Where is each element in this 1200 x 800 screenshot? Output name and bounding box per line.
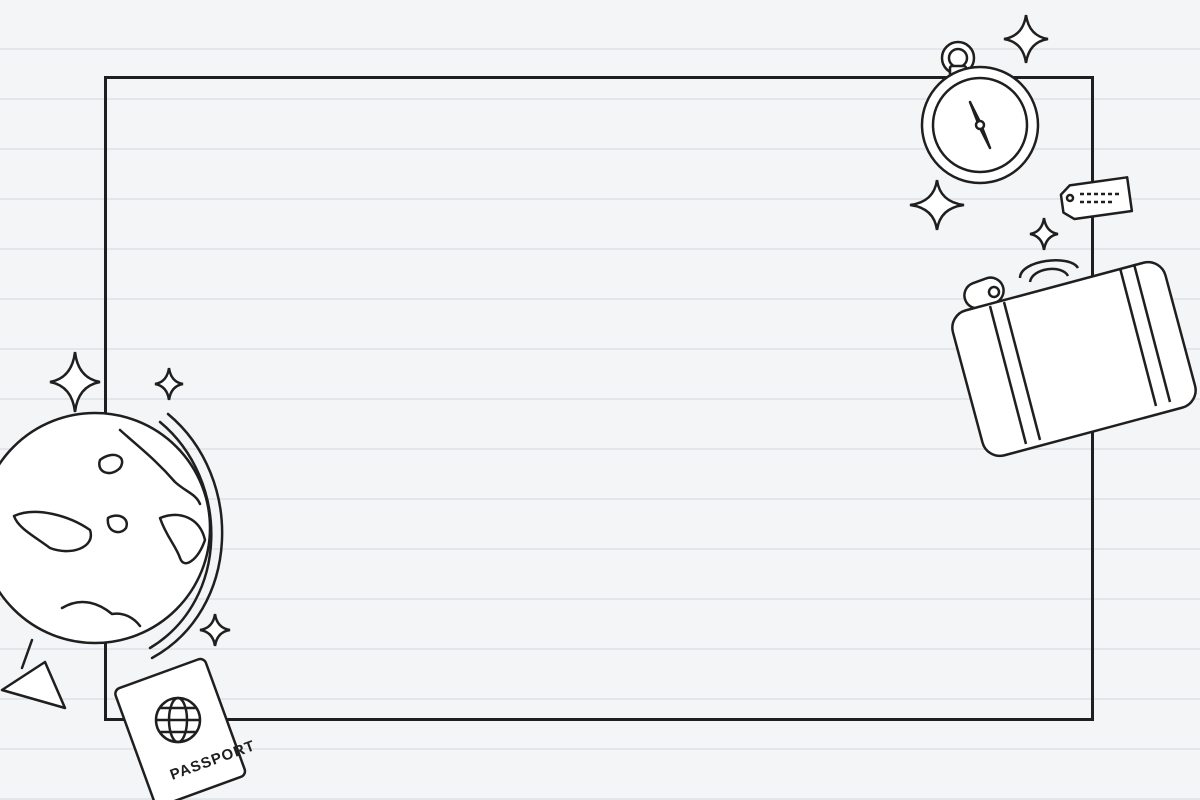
sparkle-icon [1030, 218, 1058, 250]
sparkle-icon [50, 352, 100, 412]
sparkle-icon [910, 180, 964, 230]
sparkle-icon [155, 368, 183, 400]
sparkle-icon [200, 614, 230, 646]
sparkle-icon [1004, 15, 1048, 63]
luggage-tag-icon [1050, 170, 1140, 230]
passport-icon [118, 660, 268, 800]
suitcase-icon [950, 240, 1200, 470]
